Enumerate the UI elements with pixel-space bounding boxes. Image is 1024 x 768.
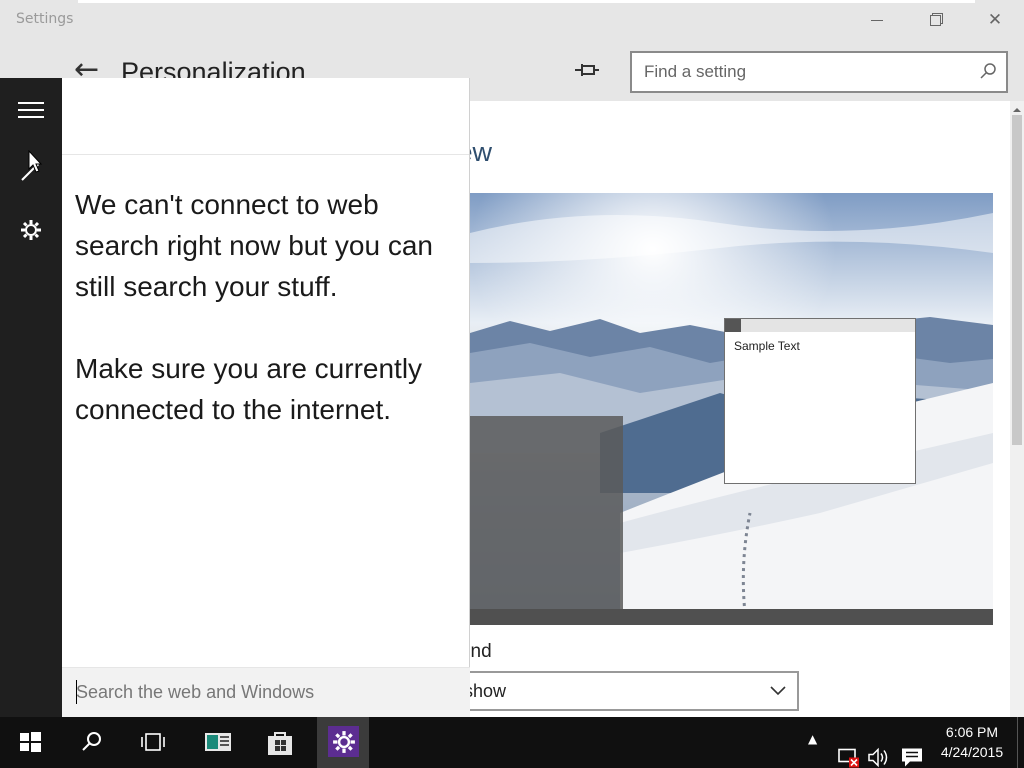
- store-icon: [268, 732, 292, 755]
- cortana-panel-header: [62, 78, 469, 155]
- sample-window-titlebar: [725, 319, 915, 332]
- find-setting-input[interactable]: [632, 53, 972, 91]
- text-caret: [76, 680, 77, 704]
- clock-date: 4/24/2015: [940, 744, 1004, 760]
- mouse-cursor-icon: [28, 150, 43, 173]
- task-view-button[interactable]: [126, 717, 178, 768]
- search-icon: [82, 732, 101, 751]
- cortana-panel: We can't connect to web search right now…: [62, 78, 470, 717]
- preview-start-menu: [470, 416, 623, 609]
- taskbar-search-button[interactable]: [66, 717, 118, 768]
- taskbar: ▲ 6:06 PM 4/24/2015: [0, 717, 1024, 768]
- preview-taskbar: [470, 609, 993, 625]
- show-desktop-button[interactable]: [1017, 717, 1018, 768]
- window-title: Settings: [16, 11, 74, 27]
- check-internet-message: Make sure you are currently connected to…: [75, 353, 423, 425]
- gear-icon[interactable]: [20, 219, 42, 241]
- maximize-button[interactable]: [906, 0, 964, 41]
- pin-icon[interactable]: [572, 59, 602, 81]
- cortana-search-box[interactable]: [62, 667, 470, 717]
- find-setting-box[interactable]: [630, 51, 1008, 93]
- sample-window: Sample Text: [724, 318, 916, 484]
- windows-logo-icon: [20, 732, 41, 752]
- hamburger-icon[interactable]: [18, 102, 44, 118]
- restore-icon: [929, 14, 941, 26]
- settings-scrollbar[interactable]: [1010, 101, 1024, 717]
- store-button[interactable]: [253, 717, 305, 768]
- clock-time: 6:06 PM: [945, 724, 999, 740]
- volume-icon[interactable]: [867, 732, 891, 768]
- chevron-down-icon: [770, 686, 786, 696]
- minimize-icon: [871, 19, 883, 21]
- background-preview: Sample Text: [470, 193, 993, 625]
- title-bar-strip: [78, 0, 975, 3]
- title-bar: Settings ✕: [0, 0, 1024, 41]
- cortana-search-input[interactable]: [62, 668, 470, 717]
- clock[interactable]: 6:06 PM 4/24/2015: [935, 722, 1009, 762]
- chevron-up-icon: ▲: [808, 732, 818, 746]
- scrollbar-thumb[interactable]: [1012, 115, 1022, 445]
- task-view-icon: [141, 733, 165, 751]
- show-hidden-icons-button[interactable]: ▲: [808, 732, 817, 768]
- taskbar-app-button[interactable]: [190, 717, 242, 768]
- no-connection-message: We can't connect to web search right now…: [75, 189, 433, 302]
- close-button[interactable]: ✕: [966, 0, 1024, 41]
- search-icon[interactable]: [978, 61, 998, 81]
- network-icon[interactable]: [837, 732, 861, 768]
- action-center-icon[interactable]: [900, 732, 924, 768]
- sample-text: Sample Text: [734, 339, 800, 353]
- settings-icon: [333, 731, 355, 753]
- background-dropdown[interactable]: ide show: [423, 671, 799, 711]
- close-icon: ✕: [987, 10, 1003, 30]
- start-button[interactable]: [4, 717, 56, 768]
- minimize-button[interactable]: [848, 0, 906, 41]
- settings-taskbar-button[interactable]: [317, 717, 369, 768]
- app-icon: [205, 733, 231, 751]
